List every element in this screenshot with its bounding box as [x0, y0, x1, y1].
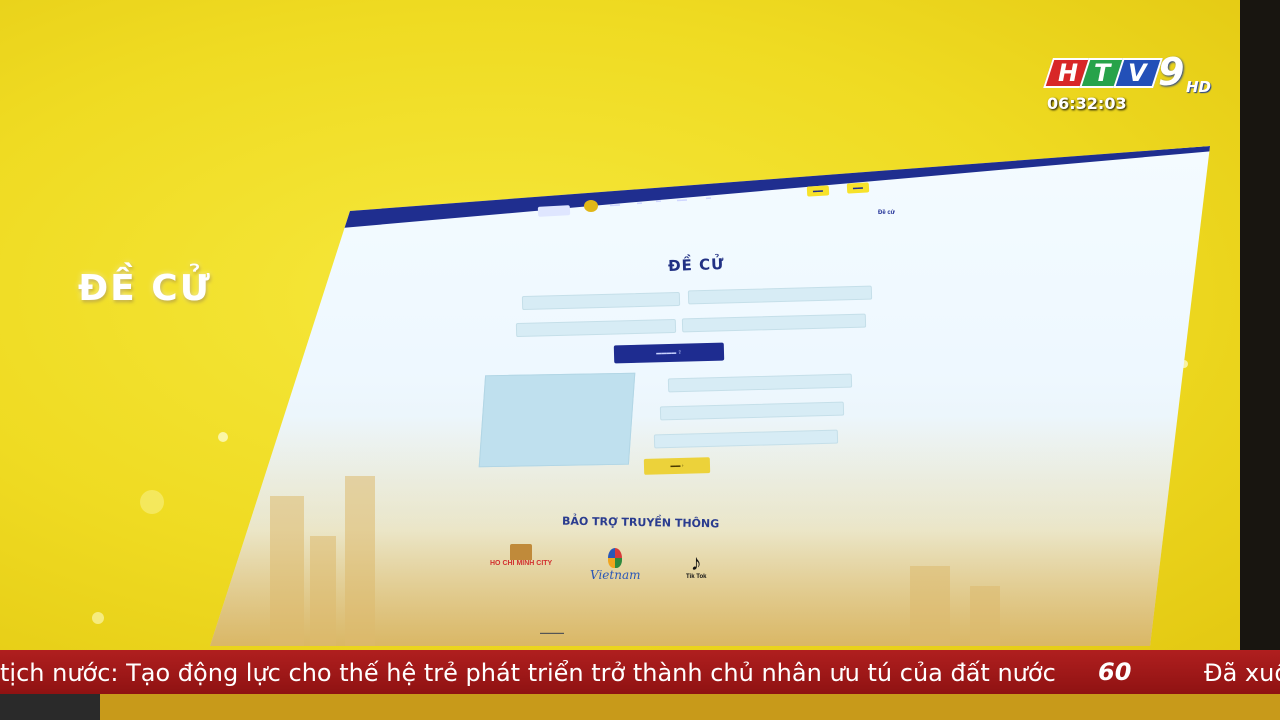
anniversary-logo-icon: 60 — [1098, 658, 1132, 686]
site-logo[interactable] — [537, 205, 571, 217]
sparkle — [140, 490, 164, 514]
channel-letter: H — [1058, 59, 1079, 87]
broadcast-clock: 06:32:03 — [1047, 94, 1127, 113]
building — [970, 586, 1000, 646]
nav-item[interactable]: ▬ — [656, 198, 661, 204]
email-field[interactable] — [687, 285, 873, 305]
tiktok-logo-icon: ♪ — [690, 550, 702, 575]
building — [270, 496, 304, 646]
channel-logo: H T V 9 HD — [1043, 50, 1212, 96]
name-field[interactable] — [521, 291, 681, 311]
sponsor-title: BẢO TRỢ TRUYỀN THÔNG — [561, 514, 720, 531]
lower-strip — [0, 694, 1280, 720]
hd-badge: HD — [1186, 78, 1212, 96]
sparkle — [92, 612, 104, 624]
channel-number: 9 — [1158, 50, 1185, 94]
sponsor-vietnam[interactable]: Vietnam — [590, 548, 640, 582]
ticker-text: tịch nước: Tạo động lực cho thế hệ trẻ p… — [0, 659, 1056, 687]
sponsor-label: HO CHI MINH CITY — [490, 560, 553, 567]
lower-strip-left — [0, 694, 100, 720]
upload-button[interactable]: ▬▬▬▬ ⇪ — [613, 342, 725, 364]
nav-item[interactable]: ▬ — [706, 195, 711, 201]
header-button[interactable]: ▬▬ — [806, 185, 830, 197]
city-background — [210, 416, 1210, 646]
hcmc-logo-icon — [510, 544, 533, 560]
unit-field[interactable] — [681, 313, 867, 333]
breadcrumb: Đề cử — [878, 210, 896, 216]
sponsor-label: Vietnam — [590, 568, 641, 582]
building — [910, 566, 950, 646]
building — [345, 476, 375, 646]
channel-letter: T — [1094, 59, 1111, 87]
submit-button[interactable]: ▬▬ › — [643, 457, 711, 475]
sponsor-hcmc[interactable]: HO CHI MINH CITY — [490, 544, 552, 567]
channel-letter: V — [1128, 59, 1147, 87]
vietnam-tourism-logo-icon — [608, 548, 623, 568]
category-select[interactable] — [667, 373, 853, 393]
sponsor-label: Tik Tok — [686, 574, 707, 580]
header-button[interactable]: ▬▬ — [846, 182, 870, 194]
sponsor-tiktok[interactable]: ♪ Tik Tok — [686, 550, 707, 581]
building — [310, 536, 336, 646]
site-header — [343, 146, 1210, 228]
sparkle — [218, 432, 228, 442]
description-textarea[interactable] — [478, 372, 636, 468]
nav-item[interactable]: ▬ — [637, 200, 642, 206]
footer-text: ▬▬▬▬▬▬ — [540, 630, 564, 635]
screen-edge — [1240, 0, 1280, 650]
nav-item[interactable]: ▬▬ — [677, 197, 687, 204]
nav-item[interactable]: ▬▬ — [610, 202, 620, 209]
emblem-icon — [584, 200, 598, 212]
projected-website: ▬▬ ▬ ▬ ▬▬ ▬ ▬▬ ▬▬ Đề cử ĐỀ CỬ ▬▬▬▬ ⇪ ▬▬ … — [210, 146, 1210, 646]
news-ticker: tịch nước: Tạo động lực cho thế hệ trẻ p… — [0, 650, 1280, 694]
form-title: ĐỀ CỬ — [667, 255, 725, 275]
slide-title: ĐỀ CỬ — [78, 268, 212, 309]
phone-field[interactable] — [515, 318, 677, 338]
ticker-next-text: Đã xuố — [1204, 659, 1280, 687]
